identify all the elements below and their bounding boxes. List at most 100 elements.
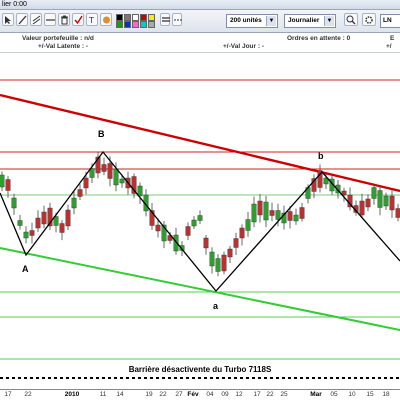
chart-toolbar: T 200 unités ▼ Journalier ▼ LN bbox=[0, 10, 400, 33]
channel-tool-button[interactable] bbox=[30, 13, 42, 26]
candle-up bbox=[0, 174, 5, 188]
chevron-down-icon: ▼ bbox=[266, 16, 276, 26]
candle-up bbox=[119, 178, 125, 184]
palette-icon bbox=[103, 16, 110, 24]
palette-swatch-5[interactable] bbox=[148, 14, 155, 21]
candle-down bbox=[227, 248, 233, 258]
channel-icon bbox=[32, 15, 41, 25]
zoom-button[interactable] bbox=[344, 13, 358, 26]
price-chart[interactable]: A B a b bbox=[0, 53, 400, 389]
candle-down bbox=[299, 207, 305, 219]
palette-swatch-9[interactable] bbox=[140, 21, 147, 28]
date-axis: 17 22 2010 11 14 19 22 27 Fév 04 09 12 17 22 25 Mar 05 10… bbox=[0, 389, 400, 401]
window-titlebar: lier 0:00 bbox=[0, 0, 400, 10]
date-axis-label: 10 bbox=[348, 391, 356, 398]
date-axis-label: 11 bbox=[99, 391, 107, 398]
line-style-icon bbox=[174, 19, 182, 21]
candle-down bbox=[389, 195, 395, 211]
palette-swatch-4[interactable] bbox=[140, 14, 147, 21]
palette-swatch-1[interactable] bbox=[116, 14, 123, 21]
candle-down bbox=[185, 226, 191, 236]
settings-button[interactable] bbox=[362, 13, 376, 26]
checkmark-icon bbox=[74, 15, 83, 25]
palette-swatch-3[interactable] bbox=[132, 14, 139, 21]
palette-swatch-7[interactable] bbox=[124, 21, 131, 28]
candle-up bbox=[215, 258, 221, 272]
palette-swatch-10[interactable] bbox=[148, 21, 155, 28]
candle-down bbox=[107, 163, 113, 179]
candle-down bbox=[155, 224, 161, 232]
palette-swatch-6[interactable] bbox=[116, 21, 123, 28]
date-axis-label: 22 bbox=[24, 391, 32, 398]
candle-up bbox=[137, 185, 143, 197]
line-draw-icon bbox=[18, 15, 27, 25]
candle-down bbox=[5, 179, 11, 191]
hline-tool-button[interactable] bbox=[44, 13, 56, 26]
date-axis-label: 25 bbox=[280, 391, 288, 398]
pointer-tool-button[interactable] bbox=[2, 13, 14, 26]
portfolio-info-bar: Valeur portefeuille : n/d +/-Val Latente… bbox=[0, 33, 400, 53]
gear-icon bbox=[365, 16, 373, 24]
text-icon: T bbox=[88, 16, 94, 25]
line-width-button[interactable] bbox=[160, 13, 170, 26]
units-select-value: 200 unités bbox=[230, 17, 262, 24]
candle-up bbox=[197, 215, 203, 221]
latent-value: +/-Val Latente : - bbox=[38, 43, 89, 50]
pending-orders: Ordres en attente : 0 bbox=[287, 35, 351, 42]
right-menu-button[interactable]: LN bbox=[380, 14, 400, 28]
candle-up bbox=[245, 219, 251, 231]
horizontal-line-icon bbox=[46, 19, 55, 21]
candle-down bbox=[233, 238, 239, 248]
candle-up bbox=[377, 190, 383, 208]
point-label-A: A bbox=[22, 264, 29, 274]
daily-value: +/-Val Jour : - bbox=[223, 43, 264, 50]
date-axis-label: 17 bbox=[4, 391, 12, 398]
candle-down bbox=[395, 208, 400, 218]
palette-swatch-8[interactable] bbox=[132, 21, 139, 28]
candle-up bbox=[191, 219, 197, 227]
units-select[interactable]: 200 unités ▼ bbox=[226, 14, 278, 28]
period-select[interactable]: Journalier ▼ bbox=[284, 14, 336, 28]
point-label-B: B bbox=[98, 129, 105, 139]
chevron-down-icon: ▼ bbox=[324, 16, 334, 26]
candle-down bbox=[365, 198, 371, 208]
point-label-b: b bbox=[318, 151, 324, 161]
candle-down bbox=[359, 200, 365, 216]
line-width-icon bbox=[162, 17, 170, 22]
candle-up bbox=[17, 220, 23, 226]
palette-swatch-2[interactable] bbox=[124, 14, 131, 21]
checkbox-tool-button[interactable] bbox=[72, 13, 84, 26]
candle-up bbox=[113, 168, 119, 186]
green-trendline bbox=[0, 247, 400, 331]
date-axis-label: 17 bbox=[253, 391, 261, 398]
right-info-b: +/ bbox=[386, 43, 392, 50]
portfolio-value: Valeur portefeuille : n/d bbox=[22, 35, 94, 42]
candle-down bbox=[239, 227, 245, 239]
color-tool-button[interactable] bbox=[100, 13, 112, 26]
line-tool-button[interactable] bbox=[16, 13, 28, 26]
candle-down bbox=[59, 223, 65, 233]
line-style-button[interactable] bbox=[172, 13, 182, 26]
candle-down bbox=[41, 211, 47, 225]
candle-up bbox=[209, 251, 215, 267]
candle-down bbox=[269, 210, 275, 216]
candle-down bbox=[65, 209, 71, 227]
text-tool-button[interactable]: T bbox=[86, 13, 98, 26]
magnifier-icon bbox=[346, 15, 356, 25]
right-info-a: E bbox=[390, 35, 395, 42]
point-label-a: a bbox=[213, 301, 219, 311]
candle-up bbox=[263, 201, 269, 221]
candle-up bbox=[275, 210, 281, 220]
period-select-value: Journalier bbox=[288, 17, 320, 24]
date-axis-label: Fév bbox=[187, 391, 199, 398]
cursor-icon bbox=[5, 16, 11, 24]
date-axis-label: 04 bbox=[206, 391, 214, 398]
color-palette bbox=[116, 12, 184, 30]
date-axis-label: 2010 bbox=[64, 391, 80, 398]
trash-icon bbox=[61, 15, 68, 25]
date-axis-label: 27 bbox=[175, 391, 183, 398]
date-axis-label: 09 bbox=[221, 391, 229, 398]
chart-canvas[interactable] bbox=[0, 53, 400, 389]
delete-tool-button[interactable] bbox=[58, 13, 70, 26]
candle-down bbox=[35, 217, 41, 229]
